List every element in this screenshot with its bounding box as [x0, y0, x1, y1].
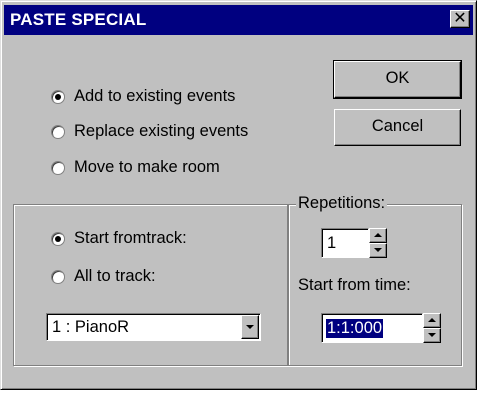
spin-up-arrow-icon	[428, 318, 436, 322]
start-time-input[interactable]: 1:1:000	[321, 313, 423, 343]
radio-button-checked-icon[interactable]	[51, 231, 65, 246]
start-time-spinner[interactable]	[423, 313, 441, 343]
radio-label: Replace existing events	[74, 122, 249, 140]
repetitions-value: 1	[327, 234, 337, 252]
spin-down-button[interactable]	[423, 328, 441, 343]
chevron-down-icon	[246, 325, 254, 329]
radio-move-to-make-room[interactable]: Move to make room	[51, 158, 220, 177]
close-button[interactable]: ✕	[450, 10, 470, 28]
radio-button-icon[interactable]	[51, 269, 65, 284]
radio-button-icon[interactable]	[51, 160, 65, 175]
ok-button[interactable]: OK	[333, 60, 462, 99]
cancel-button[interactable]: Cancel	[334, 109, 461, 146]
radio-all-to-track[interactable]: All to track:	[51, 267, 156, 286]
start-time-label: Start from time:	[296, 276, 413, 295]
spin-up-arrow-icon	[374, 233, 382, 237]
repetitions-spinner[interactable]	[369, 228, 387, 258]
spin-down-arrow-icon	[374, 248, 382, 252]
track-select-value: 1 : PianoR	[52, 318, 130, 336]
radio-start-from-track[interactable]: Start fromtrack:	[51, 229, 187, 248]
spin-up-button[interactable]	[369, 228, 387, 243]
spin-up-button[interactable]	[423, 313, 441, 328]
start-time-value: 1:1:000	[324, 318, 385, 339]
radio-label: Move to make room	[74, 158, 220, 176]
radio-label: Add to existing events	[74, 87, 236, 105]
radio-label: All to track:	[74, 267, 156, 285]
radio-button-icon[interactable]	[51, 124, 65, 139]
title-bar: PASTE SPECIAL ✕	[4, 5, 473, 35]
repetitions-input[interactable]: 1	[321, 228, 369, 258]
paste-special-dialog: PASTE SPECIAL ✕ Add to existing events R…	[0, 0, 477, 390]
close-icon: ✕	[453, 10, 467, 27]
spin-down-arrow-icon	[428, 333, 436, 337]
track-select[interactable]: 1 : PianoR	[46, 313, 261, 341]
repetitions-label: Repetitions:	[296, 194, 388, 213]
dropdown-button[interactable]	[241, 315, 259, 339]
spin-down-button[interactable]	[369, 243, 387, 258]
radio-add-to-existing[interactable]: Add to existing events	[51, 87, 235, 106]
dialog-title: PASTE SPECIAL	[10, 10, 147, 29]
radio-button-checked-icon[interactable]	[51, 89, 65, 104]
radio-label: Start fromtrack:	[74, 229, 187, 247]
radio-replace-existing[interactable]: Replace existing events	[51, 122, 248, 141]
